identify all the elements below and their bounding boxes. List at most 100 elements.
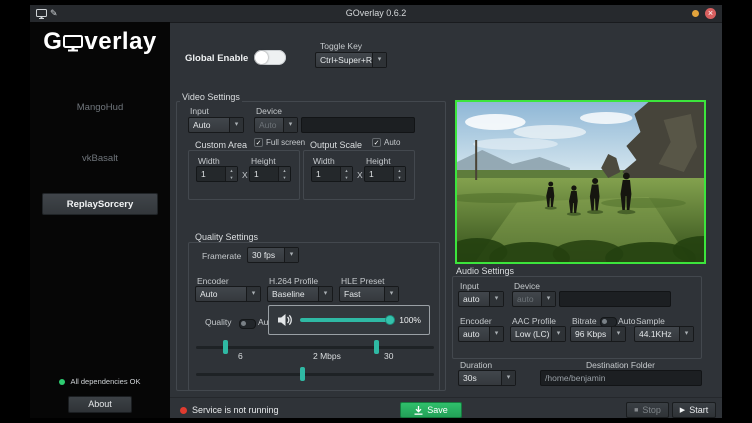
stop-button[interactable]: ■ Stop: [626, 402, 669, 418]
video-device-field[interactable]: [301, 117, 415, 133]
play-icon: ▶: [680, 406, 685, 414]
quality-settings-title: Quality Settings: [193, 232, 260, 242]
chevron-down-icon: ▾: [551, 327, 565, 341]
window-title: GOverlay 0.6.2: [30, 5, 722, 22]
duration-value: 30s: [459, 371, 501, 385]
bitrate-select[interactable]: 96 Kbps ▾: [570, 326, 626, 342]
service-status-dot: [180, 407, 187, 414]
audio-settings-title: Audio Settings: [454, 266, 516, 276]
chevron-down-icon: ▾: [229, 118, 243, 132]
save-label: Save: [427, 405, 448, 415]
spin-buttons[interactable]: ▲ ▼: [225, 167, 237, 181]
chevron-down-icon: ▾: [679, 327, 693, 341]
outputscale-auto-checkbox[interactable]: ✓: [372, 138, 381, 147]
spin-up-icon: ▲: [226, 167, 237, 174]
encoder-select[interactable]: Auto ▾: [195, 286, 261, 302]
framerate-select[interactable]: 30 fps ▾: [247, 247, 299, 263]
scale-height-spinbox[interactable]: 1 ▲ ▼: [364, 166, 406, 182]
spin-buttons[interactable]: ▲ ▼: [393, 167, 405, 181]
sidebar-item-mangohud[interactable]: MangoHud: [30, 102, 170, 113]
dependencies-status-text: All dependencies OK: [70, 377, 140, 386]
chevron-down-icon: ▾: [489, 327, 503, 341]
chevron-down-icon: ▾: [284, 248, 298, 262]
titlebar[interactable]: ✎ GOverlay 0.6.2 ×: [30, 5, 722, 23]
video-input-value: Auto: [189, 118, 229, 132]
scale-width-value: 1: [312, 167, 340, 181]
save-button[interactable]: Save: [400, 402, 462, 418]
bitrate-slider-handle[interactable]: [300, 367, 305, 381]
about-button[interactable]: About: [68, 396, 132, 413]
video-input-select[interactable]: Auto ▾: [188, 117, 244, 133]
spin-down-icon: ▼: [279, 174, 290, 181]
check-icon: ✓: [256, 140, 262, 147]
scale-width-spinbox[interactable]: 1 ▲ ▼: [311, 166, 353, 182]
output-scale-title: Output Scale: [308, 140, 364, 150]
volume-slider-knob[interactable]: [385, 315, 395, 325]
save-icon: [414, 406, 423, 415]
volume-slider[interactable]: [300, 318, 392, 322]
duration-select[interactable]: 30s ▾: [458, 370, 516, 386]
spin-up-icon: ▲: [341, 167, 352, 174]
hle-preset-label: HLE Preset: [341, 276, 384, 286]
hle-preset-select[interactable]: Fast ▾: [339, 286, 399, 302]
video-device-value: Auto: [255, 118, 283, 132]
custom-area-title: Custom Area: [193, 140, 249, 150]
audio-device-label: Device: [514, 281, 540, 291]
audio-device-field[interactable]: [559, 291, 671, 307]
desktop-background: ✎ GOverlay 0.6.2 × G verlay MangoHud vkB…: [0, 0, 752, 423]
sample-label: Sample: [636, 316, 665, 326]
audio-input-select[interactable]: auto ▾: [458, 291, 504, 307]
quality-range-track[interactable]: [196, 346, 434, 349]
global-enable-toggle[interactable]: [254, 50, 286, 65]
sidebar-item-vkbasalt[interactable]: vkBasalt: [30, 153, 170, 164]
quality-max-handle[interactable]: [374, 340, 379, 354]
close-button[interactable]: ×: [705, 8, 716, 19]
fullscreen-checkbox[interactable]: ✓: [254, 138, 263, 147]
logo-suffix: verlay: [84, 28, 156, 56]
encoder-value: Auto: [196, 287, 246, 301]
chevron-down-icon: ▾: [489, 292, 503, 306]
sidebar: G verlay MangoHud vkBasalt ReplaySorcery…: [30, 22, 170, 418]
minimize-dot[interactable]: [692, 10, 699, 17]
toggle-key-label: Toggle Key: [320, 41, 362, 51]
h264-profile-select[interactable]: Baseline ▾: [267, 286, 333, 302]
destination-folder-label: Destination Folder: [586, 360, 655, 370]
video-settings-title: Video Settings: [180, 92, 242, 102]
h264-profile-label: H.264 Profile: [269, 276, 318, 286]
spin-buttons[interactable]: ▲ ▼: [278, 167, 290, 181]
audio-encoder-label: Encoder: [460, 316, 492, 326]
audio-device-select[interactable]: auto ▾: [512, 291, 556, 307]
destination-folder-field[interactable]: /home/benjamin: [540, 370, 702, 386]
audio-encoder-select[interactable]: auto ▾: [458, 326, 504, 342]
custom-height-spinbox[interactable]: 1 ▲ ▼: [249, 166, 291, 182]
start-button[interactable]: ▶ Start: [672, 402, 716, 418]
spin-buttons[interactable]: ▲ ▼: [340, 167, 352, 181]
close-icon: ×: [708, 8, 713, 18]
scale-height-value: 1: [365, 167, 393, 181]
video-device-select[interactable]: Auto ▾: [254, 117, 298, 133]
spin-down-icon: ▼: [341, 174, 352, 181]
game-preview: [455, 100, 706, 264]
bitrate-auto-label: Auto: [618, 316, 636, 326]
sample-select[interactable]: 44.1KHz ▾: [634, 326, 694, 342]
audio-input-label: Input: [460, 281, 479, 291]
bitrate-slider-track[interactable]: [196, 373, 434, 376]
speaker-icon[interactable]: [277, 313, 293, 327]
outputscale-auto-row: ✓ Auto: [372, 138, 400, 147]
custom-width-value: 1: [197, 167, 225, 181]
quality-auto-toggle[interactable]: [239, 319, 256, 329]
status-ok-dot: [59, 379, 65, 385]
spin-up-icon: ▲: [394, 167, 405, 174]
scale-separator: X: [357, 170, 363, 180]
custom-height-value: 1: [250, 167, 278, 181]
encoder-label: Encoder: [197, 276, 229, 286]
custom-width-spinbox[interactable]: 1 ▲ ▼: [196, 166, 238, 182]
aac-profile-select[interactable]: Low (LC) ▾: [510, 326, 566, 342]
sidebar-item-replaysorcery[interactable]: ReplaySorcery: [42, 193, 158, 215]
toggle-key-select[interactable]: Ctrl+Super+R ▾: [315, 52, 387, 68]
quality-min-handle[interactable]: [223, 340, 228, 354]
volume-panel: 100%: [268, 305, 430, 335]
fullscreen-checkbox-row: ✓ Full screen: [254, 138, 305, 147]
chevron-down-icon: ▾: [384, 287, 398, 301]
custom-height-label: Height: [251, 156, 276, 166]
